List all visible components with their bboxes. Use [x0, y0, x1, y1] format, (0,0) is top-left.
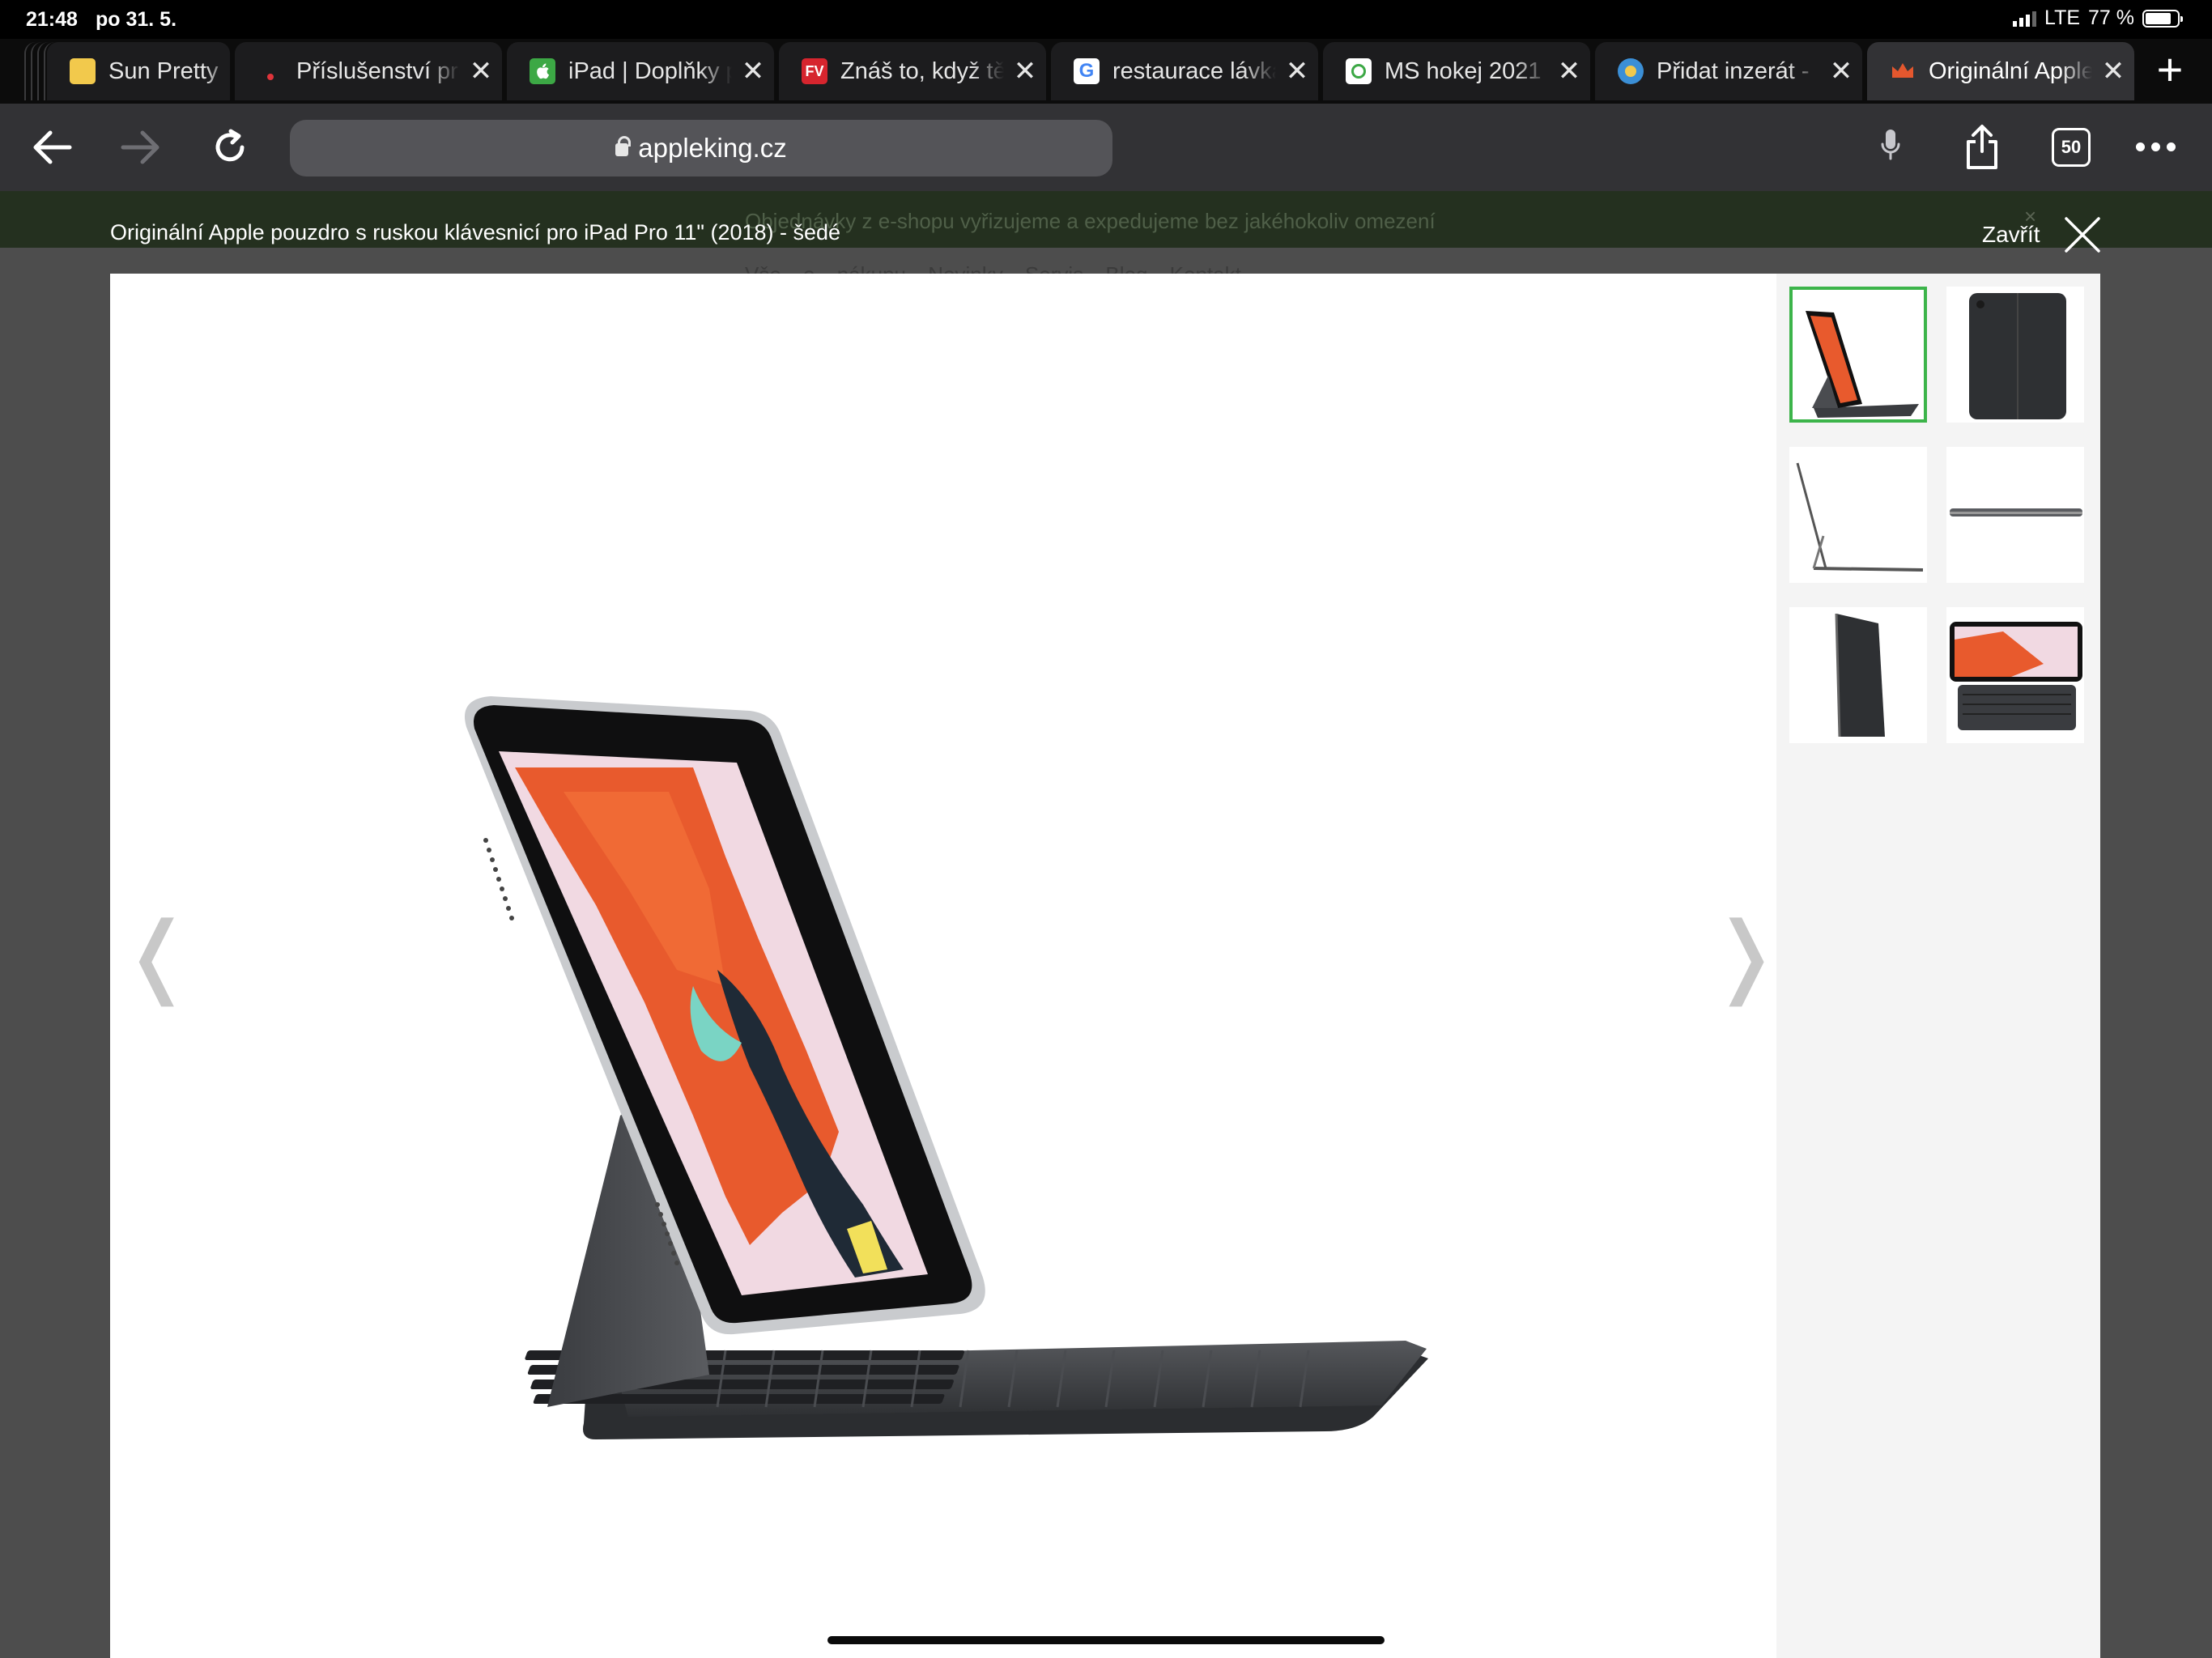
- tab-prislusenstvi[interactable]: Příslušenství pro iPad ✕: [235, 42, 502, 100]
- lightbox-close-button[interactable]: Zavřít: [1982, 215, 2102, 254]
- tab-bar: Sun Pretty Příslušenství pro iPad ✕ iPad…: [0, 39, 2212, 104]
- close-label: Zavřít: [1982, 222, 2040, 247]
- tab-originalni-apple[interactable]: Originální Apple pouzdro ✕: [1867, 42, 2134, 100]
- crown-icon: [1890, 58, 1916, 84]
- cellular-signal-icon: [2013, 11, 2037, 27]
- product-image: ❬ ❭: [110, 274, 1783, 1658]
- tab-title: Přidat inzerát -: [1657, 57, 1810, 84]
- status-indicators: LTE 77 %: [2013, 6, 2183, 30]
- previous-arrow-icon[interactable]: ❬: [120, 911, 194, 1004]
- url-text: appleking.cz: [638, 133, 787, 163]
- dot-icon: [257, 58, 283, 84]
- thumbnail-2[interactable]: [1946, 287, 2084, 423]
- new-tab-plus-icon[interactable]: +: [2146, 47, 2194, 96]
- lock-icon: [615, 136, 632, 156]
- thumbnail-strip: [1776, 274, 2100, 1658]
- lightbox-title: Originální Apple pouzdro s ruskou kláves…: [110, 220, 841, 244]
- tab-close-icon[interactable]: ✕: [1276, 55, 1318, 87]
- tab-restaurace-lavka[interactable]: G restaurace lávka ✕: [1051, 42, 1318, 100]
- battery-icon: [2142, 9, 2183, 28]
- status-bar: 21:48 po 31. 5. LTE 77 %: [0, 0, 2212, 39]
- tab-sun-pretty[interactable]: Sun Pretty: [47, 42, 230, 100]
- thumbnail-6[interactable]: [1946, 607, 2084, 743]
- tab-close-icon[interactable]: ✕: [1548, 55, 1590, 87]
- tab-close-icon[interactable]: ✕: [460, 55, 502, 87]
- status-time: 21:48: [26, 8, 78, 31]
- status-date: po 31. 5.: [96, 8, 177, 31]
- back-arrow-icon[interactable]: [26, 121, 78, 173]
- tab-znas-to[interactable]: FV Znáš to, když tě ✕: [779, 42, 1046, 100]
- apple-icon: [530, 58, 555, 84]
- tab-title: Příslušenství pro iPad: [296, 57, 460, 84]
- tab-title: Originální Apple pouzdro: [1929, 57, 2092, 84]
- thumbnail-1[interactable]: [1789, 287, 1927, 423]
- thumbnail-3[interactable]: [1789, 447, 1927, 583]
- next-arrow-icon[interactable]: ❭: [1708, 911, 1783, 1004]
- tab-pridat-inzerat[interactable]: Přidat inzerát - ✕: [1595, 42, 1862, 100]
- fv-icon: FV: [802, 58, 827, 84]
- thumbnail-5[interactable]: [1789, 607, 1927, 743]
- lightbox: ❬ ❭: [110, 274, 2100, 1658]
- tab-close-icon[interactable]: ✕: [1820, 55, 1862, 87]
- address-bar[interactable]: appleking.cz: [290, 120, 1112, 176]
- tab-ipad-doplnky[interactable]: iPad | Doplňky pro ✕: [507, 42, 774, 100]
- tab-close-icon[interactable]: ✕: [1004, 55, 1046, 87]
- browser-toolbar: appleking.cz 50: [0, 104, 2212, 191]
- tab-title: Sun Pretty: [108, 57, 219, 84]
- tab-overview-button[interactable]: 50: [2052, 128, 2091, 167]
- notice-text: Objednávky z e-shopu vyřizujeme a expedu…: [745, 209, 1436, 233]
- tab-title: restaurace lávka: [1112, 57, 1276, 84]
- forward-arrow-icon[interactable]: [115, 121, 167, 173]
- thumbnail-4[interactable]: [1946, 447, 2084, 583]
- sticky-note-icon: [70, 58, 96, 84]
- ms-icon: [1346, 58, 1372, 84]
- home-indicator[interactable]: [827, 1636, 1385, 1644]
- ipad-keyboard-image: [465, 696, 1428, 1439]
- tab-title: iPad | Doplňky pro: [568, 57, 732, 84]
- google-icon: G: [1074, 58, 1100, 84]
- share-icon[interactable]: [1956, 121, 2008, 173]
- tab-ms-hokej[interactable]: MS hokej 2021 ✕: [1323, 42, 1590, 100]
- reload-icon[interactable]: [204, 121, 256, 173]
- microphone-icon[interactable]: [1880, 123, 1901, 172]
- network-type: LTE: [2044, 6, 2081, 29]
- more-menu-icon[interactable]: [2136, 142, 2176, 151]
- page-content: Objednávky z e-shopu vyřizujeme a expedu…: [0, 191, 2212, 1658]
- tab-title: MS hokej 2021: [1385, 57, 1542, 84]
- tab-close-icon[interactable]: ✕: [2092, 55, 2134, 87]
- tab-title: Znáš to, když tě: [840, 57, 1004, 84]
- close-icon: [2064, 217, 2100, 253]
- bazos-icon: [1618, 58, 1644, 84]
- tab-close-icon[interactable]: ✕: [732, 55, 774, 87]
- battery-percent: 77 %: [2088, 6, 2134, 29]
